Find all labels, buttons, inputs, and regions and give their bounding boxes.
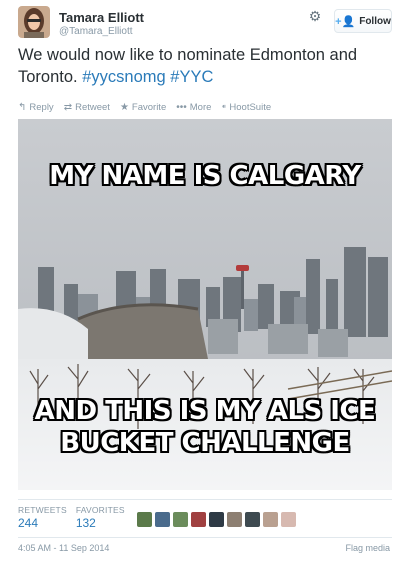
retweets-stat[interactable]: RETWEETS 244: [18, 505, 67, 533]
favoriters-avatars: [137, 512, 296, 527]
meme-bottom-line-1: AND THIS IS MY ALS ICE: [34, 396, 376, 426]
avatar[interactable]: [137, 512, 152, 527]
retweets-label: RETWEETS: [18, 505, 67, 515]
avatar[interactable]: [245, 512, 260, 527]
author-name[interactable]: Tamara Elliott: [59, 10, 144, 25]
retweet-icon: ⇄: [63, 101, 73, 113]
reply-label: Reply: [29, 101, 54, 113]
divider: [18, 537, 392, 538]
tweet-stats: RETWEETS 244 FAVORITES 132: [18, 505, 134, 533]
star-icon: ★: [119, 101, 129, 113]
hootsuite-label: HootSuite: [229, 101, 272, 113]
follow-label: Follow: [359, 15, 391, 27]
divider: [18, 499, 392, 500]
meme-bottom-text: AND THIS IS MY ALS ICE BUCKET CHALLENGE: [18, 395, 392, 459]
avatar[interactable]: [191, 512, 206, 527]
author-handle[interactable]: @Tamara_Elliott: [59, 26, 133, 37]
tweet-footer: 4:05 AM - 11 Sep 2014 Flag media: [18, 543, 392, 557]
avatar[interactable]: [281, 512, 296, 527]
tweet-text: We would now like to nominate Edmonton a…: [18, 44, 392, 88]
reply-action[interactable]: ↰ Reply: [18, 102, 54, 113]
follow-button[interactable]: +👤 Follow: [334, 9, 392, 33]
avatar[interactable]: [227, 512, 242, 527]
meme-top-text: MY NAME IS CALGARY: [49, 161, 361, 191]
more-label: More: [189, 101, 212, 113]
retweets-count: 244: [18, 516, 39, 530]
avatar[interactable]: [155, 512, 170, 527]
flag-media-link[interactable]: Flag media: [345, 543, 390, 553]
hashtag-link[interactable]: #YYC: [170, 68, 213, 86]
more-action[interactable]: ••• More: [176, 102, 211, 113]
avatar[interactable]: [209, 512, 224, 527]
favorite-action[interactable]: ★ Favorite: [120, 102, 166, 113]
hootsuite-icon: ⁌: [221, 101, 227, 113]
hashtag-link[interactable]: #yycsnomg: [82, 68, 165, 86]
follow-user-icon: +👤: [335, 15, 356, 28]
favorite-label: Favorite: [131, 101, 167, 113]
favorites-count: 132: [75, 516, 96, 530]
favorites-stat[interactable]: FAVORITES 132: [76, 505, 125, 533]
avatar[interactable]: [18, 6, 50, 38]
tweet-header: Tamara Elliott @Tamara_Elliott ⚙ +👤 Foll…: [18, 6, 392, 40]
tweet-photo[interactable]: MY NAME IS CALGARY AND THIS IS MY ALS IC…: [18, 119, 392, 490]
more-icon: •••: [176, 101, 187, 113]
avatar[interactable]: [263, 512, 278, 527]
meme-bottom-line-2: BUCKET CHALLENGE: [60, 428, 350, 458]
retweet-label: Retweet: [75, 101, 110, 113]
hootsuite-action[interactable]: ⁌ HootSuite: [221, 102, 271, 113]
avatar[interactable]: [173, 512, 188, 527]
tweet-actions: ↰ Reply ⇄ Retweet ★ Favorite ••• More ⁌ …: [18, 100, 281, 114]
tweet-timestamp[interactable]: 4:05 AM - 11 Sep 2014: [18, 543, 109, 553]
gear-icon[interactable]: ⚙: [308, 9, 322, 23]
reply-icon: ↰: [18, 101, 27, 113]
favorites-label: FAVORITES: [75, 505, 125, 515]
retweet-action[interactable]: ⇄ Retweet: [64, 102, 110, 113]
